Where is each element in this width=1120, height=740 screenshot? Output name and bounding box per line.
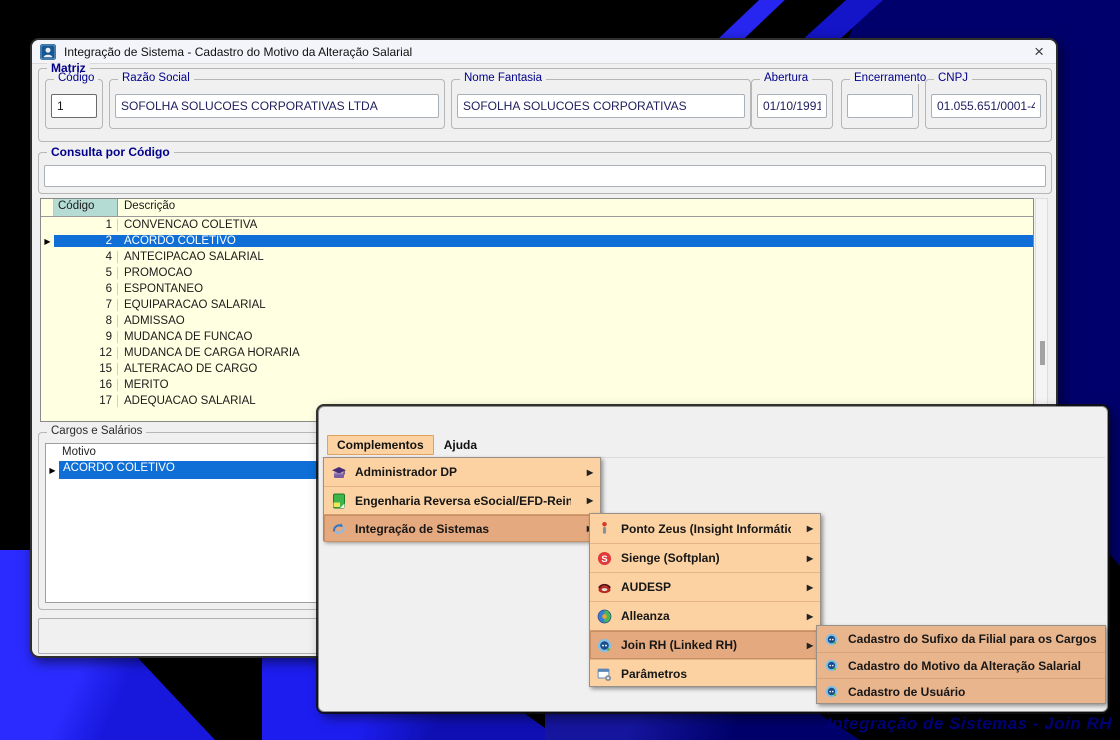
menu-item-join-rh[interactable]: Join RH (Linked RH) ▶ bbox=[590, 630, 820, 659]
nome-fantasia-label: Nome Fantasia bbox=[460, 72, 546, 84]
codigo-label: Código bbox=[54, 72, 98, 84]
integracao-submenu: Ponto Zeus (Insight Informática) ▶ S Sie… bbox=[589, 513, 821, 687]
consulta-input[interactable] bbox=[44, 165, 1046, 187]
encerramento-groupbox: Encerramento bbox=[841, 79, 919, 129]
cnpj-groupbox: CNPJ bbox=[925, 79, 1047, 129]
menu-item-cadastro-usuario[interactable]: Cadastro de Usuário bbox=[817, 678, 1105, 704]
sienge-icon: S bbox=[596, 550, 613, 567]
join-rh-icon bbox=[823, 631, 840, 648]
consulta-label: Consulta por Código bbox=[47, 145, 174, 159]
join-rh-icon bbox=[823, 657, 840, 674]
close-button[interactable]: × bbox=[1030, 43, 1048, 60]
codigo-field[interactable] bbox=[51, 94, 97, 118]
table-row[interactable]: 12MUDANCA DE CARGA HORARIA bbox=[41, 345, 1033, 361]
join-rh-icon bbox=[823, 683, 840, 700]
submenu-arrow-icon: ▶ bbox=[799, 583, 813, 592]
cnpj-field[interactable] bbox=[931, 94, 1041, 118]
titlebar[interactable]: Integração de Sistema - Cadastro do Moti… bbox=[32, 40, 1056, 64]
submenu-arrow-icon: ▶ bbox=[799, 641, 813, 650]
razao-social-label: Razão Social bbox=[118, 72, 194, 84]
table-row[interactable]: 4ANTECIPACAO SALARIAL bbox=[41, 249, 1033, 265]
app-icon bbox=[40, 44, 56, 60]
overlay-window: Complementos Ajuda Administrador DP ▶ En… bbox=[318, 406, 1108, 712]
menu-item-parametros[interactable]: Parâmetros bbox=[590, 659, 820, 688]
table-row[interactable]: 5PROMOCAO bbox=[41, 265, 1033, 281]
grid-header: Código Descrição bbox=[41, 199, 1033, 217]
menu-item-integracao-de-sistemas[interactable]: Integração de Sistemas ▶ bbox=[324, 514, 600, 542]
integration-arrows-icon bbox=[330, 520, 347, 537]
menu-item-cadastro-sufixo-filial[interactable]: Cadastro do Sufixo da Filial para os Car… bbox=[817, 626, 1105, 652]
complementos-dropdown: Administrador DP ▶ Engenharia Reversa eS… bbox=[323, 457, 601, 541]
menu-item-ponto-zeus[interactable]: Ponto Zeus (Insight Informática) ▶ bbox=[590, 514, 820, 543]
nome-fantasia-groupbox: Nome Fantasia bbox=[451, 79, 751, 129]
consulta-groupbox: Consulta por Código bbox=[38, 152, 1052, 194]
joinrh-submenu: Cadastro do Sufixo da Filial para os Car… bbox=[816, 625, 1106, 704]
grid-gutter-header bbox=[41, 199, 54, 216]
wallpaper-ribbon-top-bright bbox=[702, 0, 794, 42]
table-row[interactable]: 7EQUIPARACAO SALARIAL bbox=[41, 297, 1033, 313]
cnpj-label: CNPJ bbox=[934, 72, 972, 84]
audesp-icon bbox=[596, 579, 613, 596]
nome-fantasia-field[interactable] bbox=[457, 94, 745, 118]
cargos-label: Cargos e Salários bbox=[47, 425, 146, 437]
svg-text:S: S bbox=[601, 553, 607, 563]
menu-item-administrador-dp[interactable]: Administrador DP ▶ bbox=[324, 458, 600, 486]
watermark-text: Integração de Sistemas - Join RH bbox=[827, 714, 1112, 734]
submenu-arrow-icon: ▶ bbox=[579, 468, 593, 477]
submenu-arrow-icon: ▶ bbox=[799, 612, 813, 621]
grid-header-codigo[interactable]: Código bbox=[54, 199, 118, 216]
submenu-arrow-icon: ▶ bbox=[799, 524, 813, 533]
encerramento-field[interactable] bbox=[847, 94, 913, 118]
menu-item-cadastro-motivo-alteracao[interactable]: Cadastro do Motivo da Alteração Salarial bbox=[817, 652, 1105, 678]
menu-complementos[interactable]: Complementos bbox=[327, 435, 434, 455]
razao-social-groupbox: Razão Social bbox=[109, 79, 445, 129]
razao-social-field[interactable] bbox=[115, 94, 439, 118]
grid-header-descricao[interactable]: Descrição bbox=[118, 199, 1033, 216]
matriz-groupbox: Matriz Código Razão Social Nome Fantasia… bbox=[38, 68, 1052, 142]
esocial-doc-icon bbox=[330, 492, 347, 509]
menu-item-sienge[interactable]: S Sienge (Softplan) ▶ bbox=[590, 543, 820, 572]
table-row[interactable]: 6ESPONTANEO bbox=[41, 281, 1033, 297]
menu-item-audesp[interactable]: AUDESP ▶ bbox=[590, 572, 820, 601]
table-row[interactable]: 9MUDANCA DE FUNCAO bbox=[41, 329, 1033, 345]
ponto-zeus-icon bbox=[596, 520, 613, 537]
table-row[interactable]: 15ALTERACAO DE CARGO bbox=[41, 361, 1033, 377]
submenu-arrow-icon: ▶ bbox=[579, 496, 593, 505]
encerramento-label: Encerramento bbox=[850, 72, 930, 84]
abertura-label: Abertura bbox=[760, 72, 812, 84]
abertura-field[interactable] bbox=[757, 94, 827, 118]
submenu-arrow-icon: ▶ bbox=[799, 554, 813, 563]
motivos-grid[interactable]: Código Descrição 1CONVENCAO COLETIVA ▶2A… bbox=[40, 198, 1034, 422]
window-title: Integração de Sistema - Cadastro do Moti… bbox=[64, 45, 412, 59]
menu-ajuda[interactable]: Ajuda bbox=[434, 435, 487, 455]
join-rh-icon bbox=[596, 637, 613, 654]
parametros-icon bbox=[596, 666, 613, 683]
grid-scrollbar[interactable] bbox=[1035, 198, 1048, 422]
menu-item-engenharia-reversa[interactable]: Engenharia Reversa eSocial/EFD-Reinf ▶ bbox=[324, 486, 600, 514]
table-row[interactable]: 1CONVENCAO COLETIVA bbox=[41, 217, 1033, 233]
selected-row-marker: ▶ bbox=[46, 461, 59, 479]
abertura-groupbox: Abertura bbox=[751, 79, 833, 129]
codigo-groupbox: Código bbox=[45, 79, 103, 129]
table-row[interactable]: 16MERITO bbox=[41, 377, 1033, 393]
alleanza-icon bbox=[596, 608, 613, 625]
selected-row-marker: ▶ bbox=[41, 233, 54, 249]
table-row[interactable]: 8ADMISSAO bbox=[41, 313, 1033, 329]
admin-dp-icon bbox=[330, 464, 347, 481]
grid-scrollbar-thumb[interactable] bbox=[1040, 341, 1045, 365]
menu-bar: Complementos Ajuda bbox=[321, 433, 1105, 458]
menu-item-alleanza[interactable]: Alleanza ▶ bbox=[590, 601, 820, 630]
table-row-selected[interactable]: ▶2ACORDO COLETIVO bbox=[41, 233, 1033, 249]
